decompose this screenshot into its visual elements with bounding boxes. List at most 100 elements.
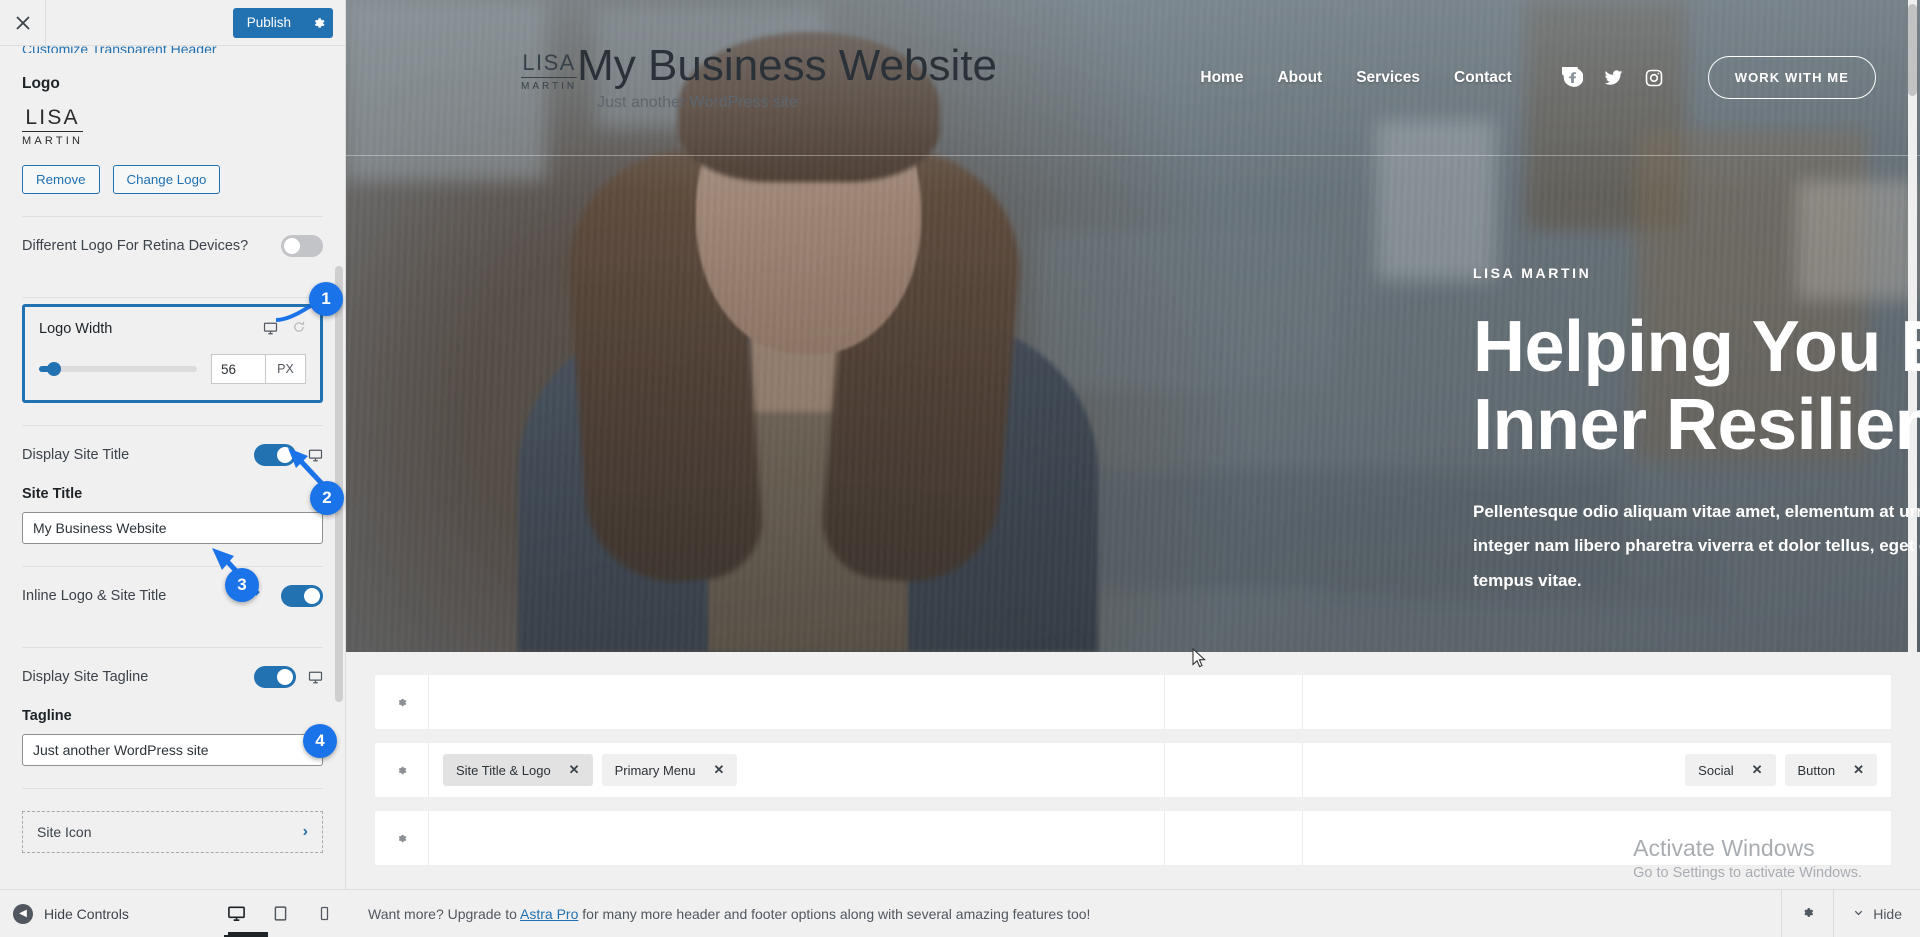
display-site-tagline-toggle[interactable] — [254, 666, 296, 688]
nav-link-home[interactable]: Home — [1200, 69, 1243, 87]
upgrade-message-prefix: Want more? Upgrade to — [368, 905, 521, 922]
chip-label: Button — [1797, 762, 1836, 778]
customizer-footer: ◀ Hide Controls — [0, 889, 346, 937]
hide-controls-button[interactable]: ◀ Hide Controls — [0, 903, 129, 924]
site-header: LISA MARTIN My Business Website Just ano… — [346, 0, 1920, 155]
chevron-down-icon — [1852, 906, 1865, 922]
site-logo: LISA MARTIN — [521, 43, 578, 93]
site-title-input[interactable] — [22, 512, 323, 544]
builder-settings-button[interactable] — [1781, 889, 1833, 937]
gear-icon[interactable] — [303, 7, 333, 38]
logo-width-slider[interactable] — [39, 362, 197, 376]
customize-transparent-header-link[interactable]: Customize Transparent Header — [22, 46, 323, 53]
retina-logo-toggle[interactable] — [281, 235, 323, 257]
annotation-badge-3: 3 — [225, 568, 259, 602]
hide-builder-label: Hide — [1873, 905, 1902, 922]
nav-link-contact[interactable]: Contact — [1454, 69, 1512, 87]
display-site-title-toggle[interactable] — [254, 444, 296, 466]
logo-width-label: Logo Width — [39, 320, 113, 337]
logo-line1: LISA — [22, 107, 84, 132]
logo-actions: Remove Change Logo — [22, 165, 323, 194]
publish-group: Publish — [232, 7, 333, 38]
below-header-row — [374, 810, 1892, 866]
astra-pro-link[interactable]: Astra Pro — [520, 906, 578, 922]
chip-label: Primary Menu — [614, 762, 696, 778]
nav-link-services[interactable]: Services — [1356, 69, 1420, 87]
remove-logo-button[interactable]: Remove — [22, 165, 100, 194]
display-site-tagline-row: Display Site Tagline — [22, 648, 323, 706]
gear-icon[interactable] — [375, 675, 429, 729]
desktop-icon[interactable] — [308, 670, 323, 685]
tagline-input[interactable] — [22, 734, 323, 766]
close-icon[interactable]: ✕ — [1853, 762, 1864, 778]
customizer-panel: Publish Customize Transparent Header Log… — [0, 0, 346, 937]
chip-social[interactable]: Social ✕ — [1685, 754, 1776, 786]
change-logo-button[interactable]: Change Logo — [112, 165, 221, 194]
site-icon-button[interactable]: Site Icon › — [22, 811, 323, 853]
nav-link-about[interactable]: About — [1277, 69, 1322, 87]
desktop-icon[interactable] — [263, 321, 278, 336]
site-logo-line2: MARTIN — [521, 81, 578, 93]
instagram-icon[interactable] — [1644, 68, 1664, 88]
logo-width-input[interactable]: 56 — [211, 354, 265, 384]
tablet-view-button[interactable] — [258, 890, 302, 937]
primary-header-center-slot[interactable] — [1165, 743, 1303, 797]
close-icon[interactable]: ✕ — [714, 762, 725, 778]
twitter-icon[interactable] — [1603, 67, 1624, 88]
inline-logo-label: Inline Logo & Site Title — [22, 588, 167, 604]
divider — [22, 788, 323, 789]
inline-logo-toggle[interactable] — [281, 585, 323, 607]
logo-section-label: Logo — [22, 75, 60, 92]
below-header-center-slot[interactable] — [1165, 811, 1303, 865]
display-site-tagline-label: Display Site Tagline — [22, 669, 149, 685]
below-header-right-slot[interactable] — [1303, 811, 1891, 865]
above-header-left-slot[interactable] — [429, 675, 1165, 729]
gear-icon — [1800, 905, 1815, 923]
above-header-center-slot[interactable] — [1165, 675, 1303, 729]
site-title-text: My Business Website — [577, 41, 997, 91]
publish-button[interactable]: Publish — [233, 8, 303, 38]
chip-primary-menu[interactable]: Primary Menu ✕ — [601, 754, 738, 786]
work-with-me-button[interactable]: WORK WITH ME — [1707, 56, 1876, 99]
hero-heading-line1: Helping You Build — [1473, 307, 1920, 387]
primary-menu: Home About Services Contact — [1200, 69, 1511, 87]
chip-site-title-logo[interactable]: Site Title & Logo ✕ — [443, 754, 593, 786]
close-icon[interactable]: ✕ — [1752, 762, 1763, 778]
desktop-icon[interactable] — [308, 448, 323, 463]
site-title-label: Site Title — [22, 486, 83, 502]
chip-button[interactable]: Button ✕ — [1784, 754, 1877, 786]
annotation-badge-4: 4 — [303, 724, 337, 758]
divider — [22, 297, 323, 298]
watermark-subtitle: Go to Settings to activate Windows. — [1633, 865, 1862, 881]
hero-paragraph: Pellentesque odio aliquam vitae amet, el… — [1473, 501, 1920, 591]
customizer-body: Customize Transparent Header Logo LISA M… — [0, 46, 345, 889]
primary-header-right-slot[interactable]: Social ✕ Button ✕ — [1303, 743, 1891, 797]
site-preview: LISA MARTIN My Business Website Just ano… — [346, 0, 1920, 889]
logo-width-unit[interactable]: PX — [265, 354, 306, 384]
hide-controls-label: Hide Controls — [44, 905, 129, 922]
hero-eyebrow: LISA MARTIN — [1473, 265, 1592, 281]
site-tagline-text: Just another WordPress site — [597, 93, 798, 111]
close-icon[interactable] — [0, 0, 46, 45]
customizer-scrollbar[interactable] — [335, 48, 343, 887]
gear-icon[interactable] — [375, 743, 429, 797]
site-icon-label: Site Icon — [37, 824, 92, 840]
retina-logo-label: Different Logo For Retina Devices? — [22, 238, 249, 254]
gear-icon[interactable] — [375, 811, 429, 865]
primary-header-left-slot[interactable]: Site Title & Logo ✕ Primary Menu ✕ — [429, 743, 1165, 797]
device-preview-buttons — [214, 890, 346, 937]
desktop-view-button[interactable] — [214, 890, 258, 937]
hide-builder-button[interactable]: Hide — [1833, 889, 1920, 937]
astra-upgrade-bar: Want more? Upgrade to Astra Pro for many… — [346, 889, 1920, 937]
customizer-header: Publish — [0, 0, 345, 46]
chip-label: Social — [1698, 762, 1734, 778]
hero-content: LISA MARTIN Helping You Build Inner Resi… — [1473, 265, 1920, 599]
site-branding[interactable]: LISA MARTIN My Business Website Just ano… — [521, 43, 997, 111]
below-header-left-slot[interactable] — [429, 811, 1165, 865]
facebook-icon[interactable] — [1561, 67, 1583, 88]
mobile-view-button[interactable] — [302, 890, 346, 937]
display-site-title-label: Display Site Title — [22, 447, 130, 463]
above-header-right-slot[interactable] — [1303, 675, 1891, 729]
reset-icon[interactable] — [292, 320, 306, 337]
close-icon[interactable]: ✕ — [569, 762, 580, 778]
